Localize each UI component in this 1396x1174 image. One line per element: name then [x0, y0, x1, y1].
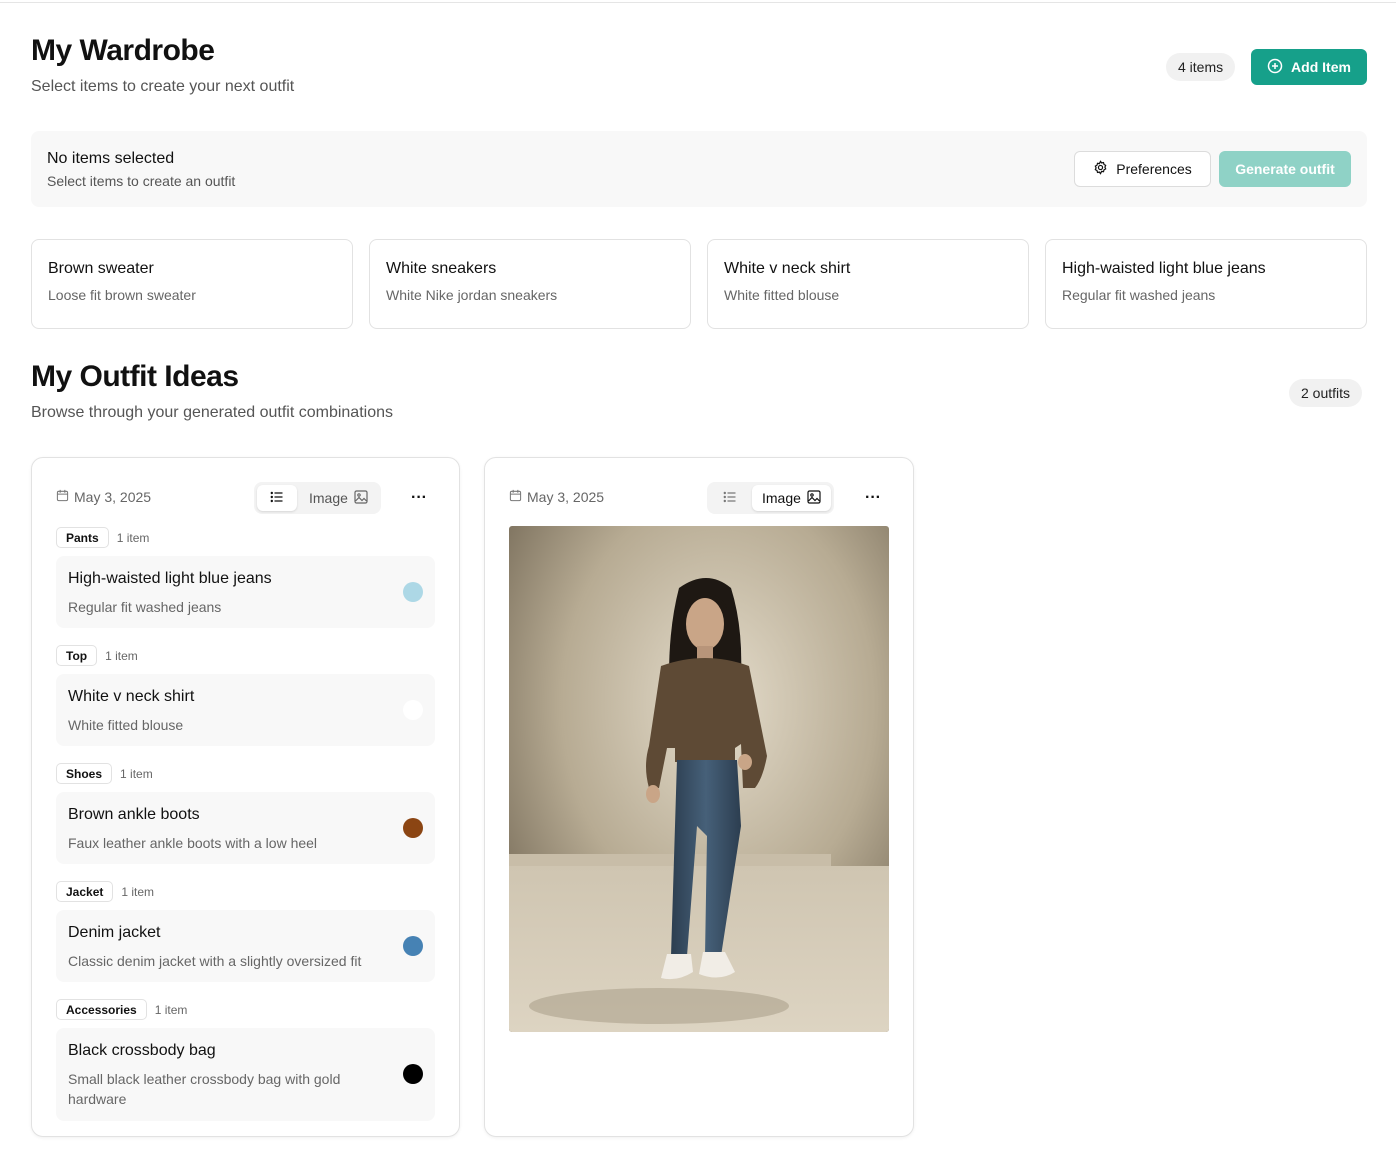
- outfit-item-name: High-waisted light blue jeans: [68, 570, 272, 587]
- outfit-card: May 3, 2025 Image ···: [484, 457, 914, 1137]
- preferences-label: Preferences: [1116, 161, 1192, 177]
- preferences-button[interactable]: Preferences: [1074, 151, 1211, 187]
- color-swatch: [403, 582, 423, 602]
- add-item-button[interactable]: Add Item: [1251, 49, 1367, 85]
- category-row: Accessories 1 item: [56, 999, 187, 1020]
- wardrobe-item-name: White v neck shirt: [724, 260, 851, 277]
- generate-outfit-button[interactable]: Generate outfit: [1219, 151, 1351, 187]
- wardrobe-item-card[interactable]: Brown sweater Loose fit brown sweater: [31, 239, 353, 329]
- category-count: 1 item: [105, 648, 138, 663]
- list-view-tab[interactable]: [710, 485, 750, 511]
- outfit-item-name: Black crossbody bag: [68, 1042, 216, 1059]
- outfit-item[interactable]: Brown ankle boots Faux leather ankle boo…: [56, 792, 435, 864]
- image-icon: [354, 489, 368, 507]
- outfit-item-description: Regular fit washed jeans: [68, 599, 222, 615]
- image-view-label: Image: [762, 490, 801, 506]
- view-toggle: Image: [254, 482, 381, 514]
- outfit-item[interactable]: Black crossbody bag Small black leather …: [56, 1028, 435, 1121]
- category-tag: Shoes: [56, 763, 113, 784]
- category-row: Top 1 item: [56, 645, 138, 666]
- outfit-item-name: Denim jacket: [68, 924, 161, 941]
- wardrobe-item-description: White fitted blouse: [724, 287, 840, 303]
- category-count: 1 item: [116, 530, 150, 545]
- image-view-label: Image: [309, 490, 348, 506]
- color-swatch: [403, 1064, 423, 1084]
- wardrobe-item-description: Loose fit brown sweater: [48, 287, 196, 303]
- image-icon: [807, 489, 821, 507]
- wardrobe-item-card[interactable]: White v neck shirt White fitted blouse: [707, 239, 1029, 329]
- list-icon: [723, 490, 737, 507]
- outfit-item[interactable]: High-waisted light blue jeans Regular fi…: [56, 556, 435, 628]
- category-tag: Jacket: [56, 881, 114, 902]
- wardrobe-item-name: White sneakers: [386, 260, 497, 277]
- page-subtitle: Select items to create your next outfit: [31, 78, 295, 95]
- category-row: Shoes 1 item: [56, 763, 153, 784]
- more-options-button[interactable]: ···: [861, 488, 885, 508]
- outfit-item[interactable]: White v neck shirt White fitted blouse: [56, 674, 435, 746]
- outfit-date-text: May 3, 2025: [74, 489, 152, 505]
- outfits-section-subtitle: Browse through your generated outfit com…: [31, 404, 393, 421]
- wardrobe-item-card[interactable]: High-waisted light blue jeans Regular fi…: [1045, 239, 1367, 329]
- selection-subtitle: Select items to create an outfit: [47, 173, 236, 189]
- image-view-tab[interactable]: Image: [299, 485, 378, 511]
- outfit-item-description: Faux leather ankle boots with a low heel: [68, 835, 318, 851]
- outfit-image: [509, 526, 889, 1032]
- list-icon: [270, 490, 284, 507]
- category-row: Pants 1 item: [56, 527, 149, 548]
- page-title: My Wardrobe: [31, 34, 215, 67]
- outfit-item-name: White v neck shirt: [68, 688, 195, 705]
- wardrobe-item-card[interactable]: White sneakers White Nike jordan sneaker…: [369, 239, 691, 329]
- wardrobe-item-name: Brown sweater: [48, 260, 154, 277]
- color-swatch: [403, 700, 423, 720]
- more-options-button[interactable]: ···: [407, 488, 431, 508]
- view-toggle: Image: [707, 482, 834, 514]
- item-count-badge: 4 items: [1166, 53, 1236, 81]
- category-row: Jacket 1 item: [56, 881, 154, 902]
- outfit-count-badge: 2 outfits: [1289, 379, 1363, 407]
- outfits-section-title: My Outfit Ideas: [31, 360, 239, 393]
- category-tag: Accessories: [56, 999, 147, 1020]
- calendar-icon: [509, 489, 522, 505]
- image-view-tab[interactable]: Image: [752, 485, 831, 511]
- category-tag: Top: [56, 645, 98, 666]
- wardrobe-item-description: White Nike jordan sneakers: [386, 287, 558, 303]
- category-count: 1 item: [120, 766, 153, 781]
- calendar-icon: [56, 489, 69, 505]
- category-tag: Pants: [56, 527, 109, 548]
- selection-bar: No items selected Select items to create…: [31, 131, 1367, 207]
- outfit-date: May 3, 2025: [509, 489, 604, 505]
- list-view-tab[interactable]: [257, 485, 297, 511]
- plus-circle-icon: [1267, 58, 1283, 77]
- outfit-date: May 3, 2025: [56, 489, 151, 505]
- outfit-item[interactable]: Denim jacket Classic denim jacket with a…: [56, 910, 435, 982]
- category-count: 1 item: [154, 1002, 188, 1017]
- selection-title: No items selected: [47, 150, 175, 167]
- category-count: 1 item: [121, 884, 155, 899]
- color-swatch: [403, 936, 423, 956]
- outfit-item-description: Classic denim jacket with a slightly ove…: [68, 953, 362, 969]
- wardrobe-item-name: High-waisted light blue jeans: [1062, 260, 1266, 277]
- outfit-item-name: Brown ankle boots: [68, 806, 200, 823]
- wardrobe-item-description: Regular fit washed jeans: [1062, 287, 1216, 303]
- color-swatch: [403, 818, 423, 838]
- add-item-label: Add Item: [1291, 59, 1351, 75]
- outfit-item-description: White fitted blouse: [68, 717, 184, 733]
- top-divider: [0, 2, 1396, 3]
- outfit-card: May 3, 2025 Image ··· Pants 1 item High-…: [31, 457, 460, 1137]
- outfit-item-description: Small black leather crossbody bag with g…: [68, 1071, 341, 1107]
- outfit-date-text: May 3, 2025: [527, 489, 605, 505]
- gear-icon: [1093, 160, 1108, 178]
